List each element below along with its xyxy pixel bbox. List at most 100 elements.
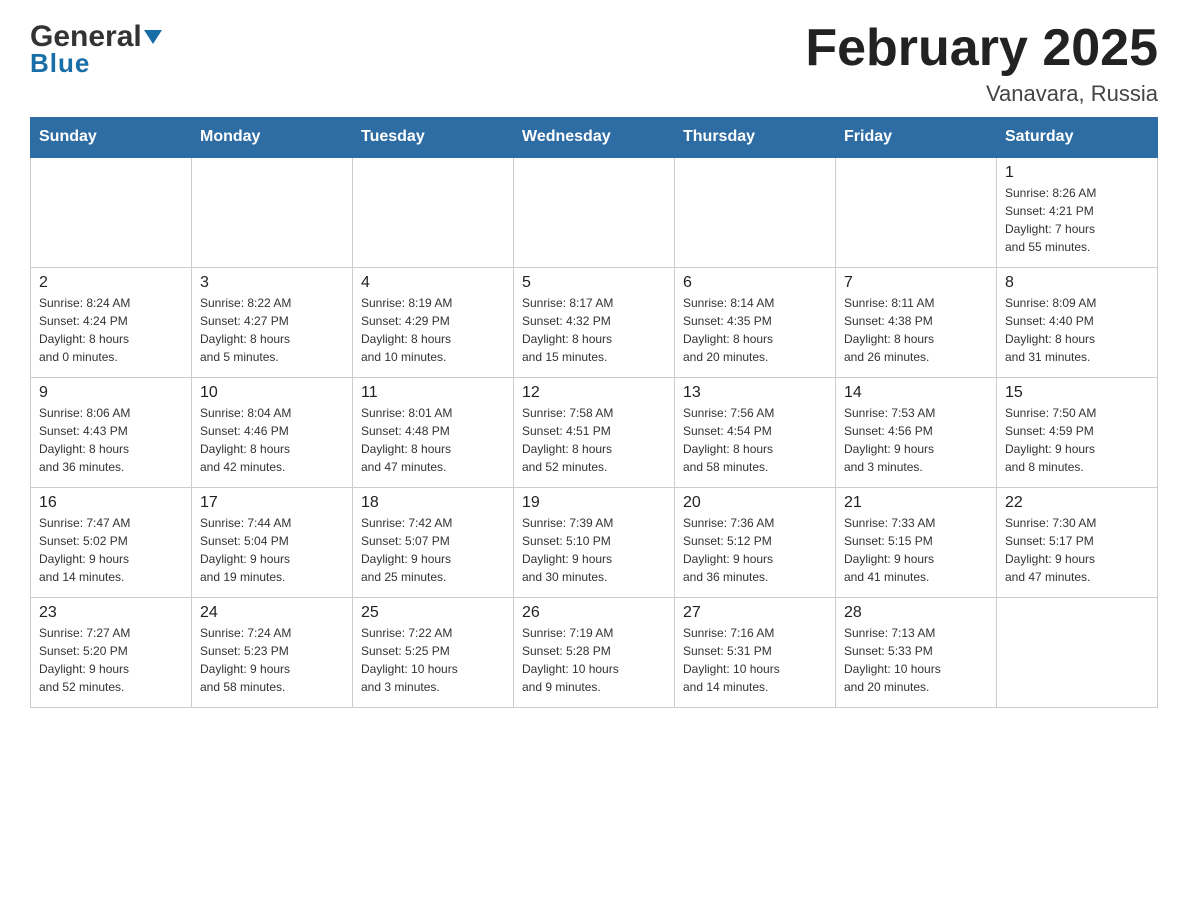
day-number: 4	[361, 274, 505, 292]
calendar-cell: 21 Sunrise: 7:33 AMSunset: 5:15 PMDayligh…	[836, 487, 997, 597]
calendar-cell: 1Sunrise: 8:26 AMSunset: 4:21 PMDaylight…	[997, 157, 1158, 267]
day-number: 19	[522, 494, 666, 512]
day-info: Sunrise: 7:44 AMSunset: 5:04 PMDaylight:…	[200, 514, 344, 586]
day-number: 15	[1005, 384, 1149, 402]
logo-blue-text: Blue	[30, 48, 90, 79]
logo: General Blue	[30, 20, 164, 79]
day-number: 22	[1005, 494, 1149, 512]
day-info: Sunrise: 8:04 AMSunset: 4:46 PMDaylight:…	[200, 404, 344, 476]
calendar-cell	[836, 157, 997, 267]
day-info: Sunrise: 7:47 AMSunset: 5:02 PMDaylight:…	[39, 514, 183, 586]
day-number: 25	[361, 604, 505, 622]
calendar-cell	[353, 157, 514, 267]
calendar-cell: 12 Sunrise: 7:58 AMSunset: 4:51 PMDayligh…	[514, 377, 675, 487]
day-info: Sunrise: 8:22 AMSunset: 4:27 PMDaylight:…	[200, 294, 344, 366]
day-info: Sunrise: 7:33 AMSunset: 5:15 PMDaylight:…	[844, 514, 988, 586]
week-row-1: 1Sunrise: 8:26 AMSunset: 4:21 PMDaylight…	[31, 157, 1158, 267]
weekday-header-sunday: Sunday	[31, 118, 192, 158]
day-number: 12	[522, 384, 666, 402]
day-number: 27	[683, 604, 827, 622]
calendar-cell: 8 Sunrise: 8:09 AMSunset: 4:40 PMDaylight…	[997, 267, 1158, 377]
day-info: Sunrise: 7:53 AMSunset: 4:56 PMDaylight:…	[844, 404, 988, 476]
day-number: 8	[1005, 274, 1149, 292]
day-info: Sunrise: 7:42 AMSunset: 5:07 PMDaylight:…	[361, 514, 505, 586]
calendar-cell: 13 Sunrise: 7:56 AMSunset: 4:54 PMDayligh…	[675, 377, 836, 487]
day-info: Sunrise: 8:09 AMSunset: 4:40 PMDaylight:…	[1005, 294, 1149, 366]
day-number: 7	[844, 274, 988, 292]
calendar-cell	[997, 597, 1158, 707]
calendar-cell: 4 Sunrise: 8:19 AMSunset: 4:29 PMDaylight…	[353, 267, 514, 377]
week-row-2: 2Sunrise: 8:24 AMSunset: 4:24 PMDaylight…	[31, 267, 1158, 377]
week-row-5: 23 Sunrise: 7:27 AMSunset: 5:20 PMDayligh…	[31, 597, 1158, 707]
calendar-cell: 26 Sunrise: 7:19 AMSunset: 5:28 PMDayligh…	[514, 597, 675, 707]
calendar-cell	[192, 157, 353, 267]
day-info: Sunrise: 7:36 AMSunset: 5:12 PMDaylight:…	[683, 514, 827, 586]
calendar-cell: 18 Sunrise: 7:42 AMSunset: 5:07 PMDayligh…	[353, 487, 514, 597]
logo-arrow-icon	[142, 26, 164, 48]
calendar-cell: 23 Sunrise: 7:27 AMSunset: 5:20 PMDayligh…	[31, 597, 192, 707]
day-info: Sunrise: 7:13 AMSunset: 5:33 PMDaylight:…	[844, 624, 988, 696]
day-info: Sunrise: 7:24 AMSunset: 5:23 PMDaylight:…	[200, 624, 344, 696]
calendar-cell: 9 Sunrise: 8:06 AMSunset: 4:43 PMDaylight…	[31, 377, 192, 487]
day-info: Sunrise: 7:50 AMSunset: 4:59 PMDaylight:…	[1005, 404, 1149, 476]
calendar-cell: 3Sunrise: 8:22 AMSunset: 4:27 PMDaylight…	[192, 267, 353, 377]
day-number: 14	[844, 384, 988, 402]
day-info: Sunrise: 8:11 AMSunset: 4:38 PMDaylight:…	[844, 294, 988, 366]
calendar-cell: 16Sunrise: 7:47 AMSunset: 5:02 PMDayligh…	[31, 487, 192, 597]
weekday-header-row: SundayMondayTuesdayWednesdayThursdayFrid…	[31, 118, 1158, 158]
day-number: 18	[361, 494, 505, 512]
weekday-header-saturday: Saturday	[997, 118, 1158, 158]
calendar-cell	[514, 157, 675, 267]
day-number: 24	[200, 604, 344, 622]
title-section: February 2025 Vanavara, Russia	[805, 20, 1158, 107]
calendar-cell: 24 Sunrise: 7:24 AMSunset: 5:23 PMDayligh…	[192, 597, 353, 707]
day-number: 17	[200, 494, 344, 512]
day-number: 1	[1005, 164, 1149, 182]
weekday-header-thursday: Thursday	[675, 118, 836, 158]
day-number: 11	[361, 384, 505, 402]
calendar-cell: 27 Sunrise: 7:16 AMSunset: 5:31 PMDayligh…	[675, 597, 836, 707]
day-number: 6	[683, 274, 827, 292]
day-info: Sunrise: 7:22 AMSunset: 5:25 PMDaylight:…	[361, 624, 505, 696]
weekday-header-friday: Friday	[836, 118, 997, 158]
page-header: General Blue February 2025 Vanavara, Rus…	[30, 20, 1158, 107]
calendar-cell: 17 Sunrise: 7:44 AMSunset: 5:04 PMDayligh…	[192, 487, 353, 597]
day-info: Sunrise: 8:24 AMSunset: 4:24 PMDaylight:…	[39, 294, 183, 366]
day-info: Sunrise: 8:01 AMSunset: 4:48 PMDaylight:…	[361, 404, 505, 476]
calendar-cell: 10 Sunrise: 8:04 AMSunset: 4:46 PMDayligh…	[192, 377, 353, 487]
calendar-cell: 14 Sunrise: 7:53 AMSunset: 4:56 PMDayligh…	[836, 377, 997, 487]
calendar-cell: 7 Sunrise: 8:11 AMSunset: 4:38 PMDaylight…	[836, 267, 997, 377]
calendar-cell: 22 Sunrise: 7:30 AMSunset: 5:17 PMDayligh…	[997, 487, 1158, 597]
day-info: Sunrise: 7:27 AMSunset: 5:20 PMDaylight:…	[39, 624, 183, 696]
calendar-cell: 25 Sunrise: 7:22 AMSunset: 5:25 PMDayligh…	[353, 597, 514, 707]
calendar-cell: 5Sunrise: 8:17 AMSunset: 4:32 PMDaylight…	[514, 267, 675, 377]
day-info: Sunrise: 8:19 AMSunset: 4:29 PMDaylight:…	[361, 294, 505, 366]
calendar-cell: 20 Sunrise: 7:36 AMSunset: 5:12 PMDayligh…	[675, 487, 836, 597]
day-info: Sunrise: 7:56 AMSunset: 4:54 PMDaylight:…	[683, 404, 827, 476]
day-number: 9	[39, 384, 183, 402]
week-row-3: 9 Sunrise: 8:06 AMSunset: 4:43 PMDaylight…	[31, 377, 1158, 487]
calendar-table: SundayMondayTuesdayWednesdayThursdayFrid…	[30, 117, 1158, 708]
month-title: February 2025	[805, 20, 1158, 77]
day-number: 26	[522, 604, 666, 622]
day-info: Sunrise: 7:16 AMSunset: 5:31 PMDaylight:…	[683, 624, 827, 696]
calendar-cell	[675, 157, 836, 267]
calendar-cell: 19 Sunrise: 7:39 AMSunset: 5:10 PMDayligh…	[514, 487, 675, 597]
calendar-cell: 6Sunrise: 8:14 AMSunset: 4:35 PMDaylight…	[675, 267, 836, 377]
day-info: Sunrise: 8:06 AMSunset: 4:43 PMDaylight:…	[39, 404, 183, 476]
weekday-header-wednesday: Wednesday	[514, 118, 675, 158]
day-number: 20	[683, 494, 827, 512]
day-number: 10	[200, 384, 344, 402]
calendar-cell: 15 Sunrise: 7:50 AMSunset: 4:59 PMDayligh…	[997, 377, 1158, 487]
day-number: 23	[39, 604, 183, 622]
calendar-cell: 2Sunrise: 8:24 AMSunset: 4:24 PMDaylight…	[31, 267, 192, 377]
day-info: Sunrise: 7:30 AMSunset: 5:17 PMDaylight:…	[1005, 514, 1149, 586]
weekday-header-tuesday: Tuesday	[353, 118, 514, 158]
day-number: 13	[683, 384, 827, 402]
day-number: 28	[844, 604, 988, 622]
day-info: Sunrise: 7:19 AMSunset: 5:28 PMDaylight:…	[522, 624, 666, 696]
day-number: 21	[844, 494, 988, 512]
weekday-header-monday: Monday	[192, 118, 353, 158]
day-info: Sunrise: 7:39 AMSunset: 5:10 PMDaylight:…	[522, 514, 666, 586]
day-info: Sunrise: 7:58 AMSunset: 4:51 PMDaylight:…	[522, 404, 666, 476]
